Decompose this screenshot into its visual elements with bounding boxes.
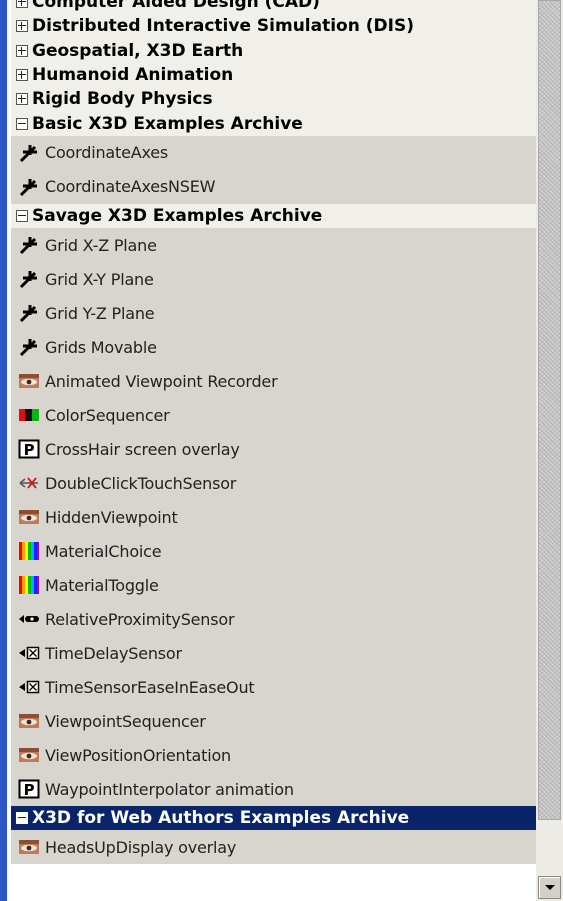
tree-item-label: Grid X-Z Plane [45,235,157,255]
time-sensor-icon [18,677,40,697]
tree-item-label: WaypointInterpolator animation [45,779,294,799]
expand-toggle-icon[interactable] [16,69,28,82]
collapse-toggle-icon[interactable] [16,812,28,825]
category-computer-aided-design-cad[interactable]: Computer Aided Design (CAD) [11,0,536,15]
vertical-scrollbar[interactable] [536,0,563,901]
category-distributed-interactive-simulation-dis[interactable]: Distributed Interactive Simulation (DIS) [11,14,536,39]
tree-item-label: CrossHair screen overlay [45,439,240,459]
eye-icon [18,837,40,857]
tree-item-hiddenviewpoint[interactable]: HiddenViewpoint [11,500,536,535]
expand-toggle-icon[interactable] [16,0,28,9]
spectrum-icon [18,541,40,561]
category-geospatial-x3d-earth[interactable]: Geospatial, X3D Earth [11,38,536,63]
tree-item-label: Animated Viewpoint Recorder [45,371,278,391]
tree-item-waypointinterpolator-animation[interactable]: P WaypointInterpolator animation [11,772,536,807]
tree-item-grids-movable[interactable]: Grids Movable [11,330,536,365]
tree-item-label: CoordinateAxes [45,143,169,163]
category-label: Rigid Body Physics [32,89,213,110]
category-savage-x3d-examples-archive[interactable]: Savage X3D Examples Archive [11,203,536,229]
tree-item-label: Grid Y-Z Plane [45,303,155,323]
eye-icon [18,711,40,731]
tree-item-label: TimeSensorEaseInEaseOut [45,677,255,697]
collapse-toggle-icon[interactable] [16,209,28,222]
tree-item-label: RelativeProximitySensor [45,609,235,629]
proximity-sensor-icon [18,609,40,629]
axes-icon [18,177,40,197]
tree-item-relativeproximitysensor[interactable]: RelativeProximitySensor [11,602,536,637]
tree-item-label: HiddenViewpoint [45,507,178,527]
proto-icon: P [18,439,40,459]
category-rigid-body-physics[interactable]: Rigid Body Physics [11,87,536,112]
proto-icon: P [18,779,40,799]
touch-sensor-icon [18,473,40,493]
svg-text:P: P [24,781,35,799]
category-humanoid-animation[interactable]: Humanoid Animation [11,62,536,88]
expand-toggle-icon[interactable] [16,20,28,33]
category-label: Humanoid Animation [32,65,234,86]
tree-item-label: ColorSequencer [45,405,170,425]
tree-item-label: HeadsUpDisplay overlay [45,837,237,857]
tree-item-grid-y-z-plane[interactable]: Grid Y-Z Plane [11,296,536,331]
tree-item-label: TimeDelaySensor [45,643,182,663]
tree-item-animated-viewpoint-recorder[interactable]: Animated Viewpoint Recorder [11,364,536,399]
tree-item-crosshair-screen-overlay[interactable]: P CrossHair screen overlay [11,432,536,467]
collapse-toggle-icon[interactable] [16,117,28,130]
panel-left-border [0,0,7,901]
tree-item-label: MaterialChoice [45,541,162,561]
axes-icon [18,269,40,289]
axes-icon [18,337,40,357]
tree-item-colorsequencer[interactable]: ColorSequencer [11,398,536,433]
color-sequence-icon [18,405,40,425]
category-label: X3D for Web Authors Examples Archive [32,808,410,829]
tree-item-label: MaterialToggle [45,575,159,595]
examples-tree: Computer Aided Design (CAD) Distributed I… [11,0,536,865]
axes-icon [18,143,40,163]
tree-item-timesensoreaseineaseout[interactable]: TimeSensorEaseInEaseOut [11,670,536,705]
tree-item-label: ViewPositionOrientation [45,745,231,765]
eye-icon [18,745,40,765]
category-label: Savage X3D Examples Archive [32,205,323,226]
tree-item-label: CoordinateAxesNSEW [45,177,216,197]
tree-item-viewpointsequencer[interactable]: ViewpointSequencer [11,704,536,739]
tree-item-timedelaysensor[interactable]: TimeDelaySensor [11,636,536,671]
category-label: Distributed Interactive Simulation (DIS) [32,16,414,37]
category-label: Computer Aided Design (CAD) [32,0,320,13]
scrollbar-thumb[interactable] [538,0,561,820]
svg-text:P: P [24,441,35,459]
tree-item-label: Grids Movable [45,337,157,357]
tree-item-grid-x-z-plane[interactable]: Grid X-Z Plane [11,228,536,263]
tree-item-materialchoice[interactable]: MaterialChoice [11,534,536,569]
examples-tree-panel: Computer Aided Design (CAD) Distributed I… [0,0,536,901]
tree-item-materialtoggle[interactable]: MaterialToggle [11,568,536,603]
category-basic-x3d-examples-archive[interactable]: Basic X3D Examples Archive [11,111,536,136]
tree-item-coordinateaxesnsew[interactable]: CoordinateAxesNSEW [11,169,536,204]
category-label: Basic X3D Examples Archive [32,113,303,134]
expand-toggle-icon[interactable] [16,44,28,57]
scroll-down-button[interactable] [538,876,561,899]
tree-item-label: DoubleClickTouchSensor [45,473,237,493]
tree-item-viewpositionorientation[interactable]: ViewPositionOrientation [11,738,536,773]
eye-icon [18,371,40,391]
category-label: Geospatial, X3D Earth [32,40,244,61]
expand-toggle-icon[interactable] [16,93,28,106]
tree-item-doubleclicktouchsensor[interactable]: DoubleClickTouchSensor [11,466,536,501]
tree-item-label: ViewpointSequencer [45,711,206,731]
tree-item-label: Grid X-Y Plane [45,269,154,289]
category-x3d-for-web-authors-examples-archive[interactable]: X3D for Web Authors Examples Archive [11,806,536,831]
time-sensor-icon [18,643,40,663]
eye-icon [18,507,40,527]
tree-item-grid-x-y-plane[interactable]: Grid X-Y Plane [11,262,536,297]
tree-item-coordinateaxes[interactable]: CoordinateAxes [11,135,536,170]
axes-icon [18,303,40,323]
spectrum-icon [18,575,40,595]
tree-item-headsupdisplay-overlay[interactable]: HeadsUpDisplay overlay [11,830,536,865]
axes-icon [18,235,40,255]
